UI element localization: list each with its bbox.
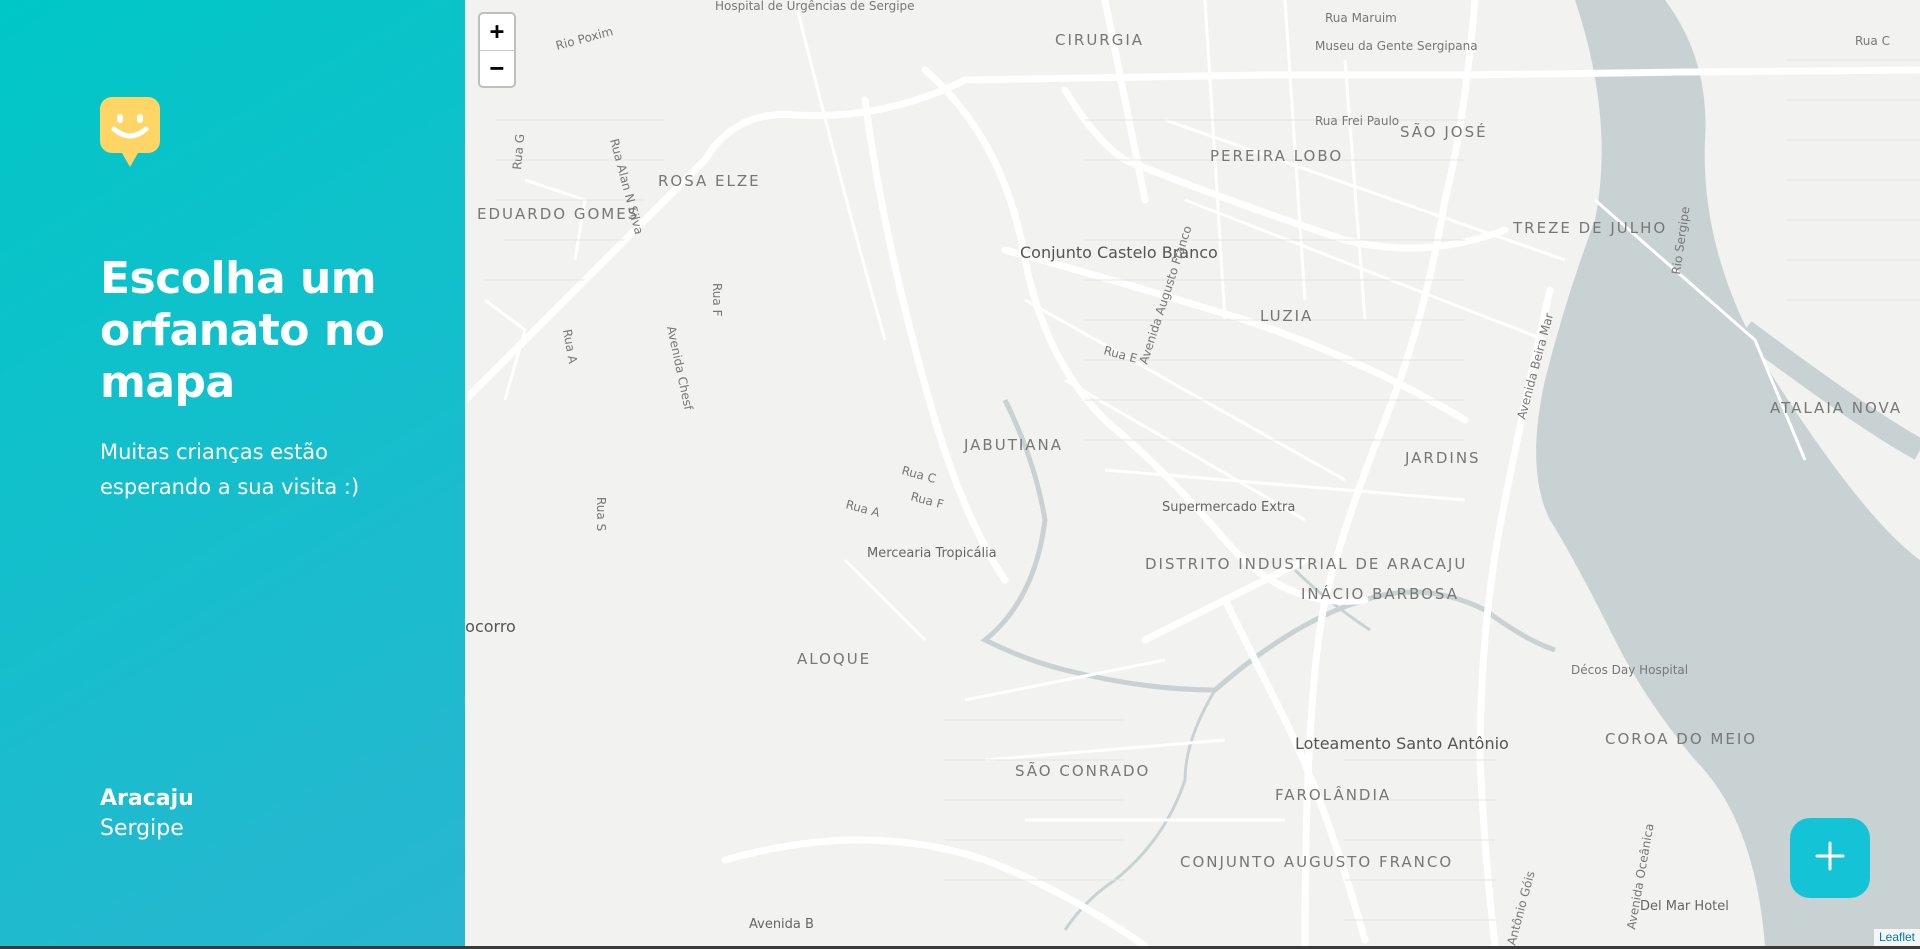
zoom-out-button[interactable]: − [480,51,514,86]
map-label: Rua Frei Paulo [1315,114,1399,128]
map-label: Hospital de Urgências de Sergipe [715,0,915,13]
map-canvas[interactable]: Hospital de Urgências de Sergipe CIRURGI… [465,0,1920,946]
plus-icon [1814,840,1846,876]
map-label: Loteamento Santo Antônio [1295,734,1509,753]
map-label: Avenida Chesf [664,325,696,412]
map-label: Socorro [465,617,516,636]
map-label: ALOQUE [797,650,871,668]
map-label: Rua S [594,497,608,531]
map-label: Del Mar Hotel [1640,899,1729,914]
map-label: Rua A [844,497,882,520]
zoom-in-button[interactable]: + [480,14,514,51]
map-label: EDUARDO GOMES [477,205,639,223]
map-attribution-link[interactable]: Leaflet [1873,929,1920,946]
map-label: Rua C [1855,34,1890,48]
map-label: JARDINS [1404,449,1481,467]
map-label: TREZE DE JULHO [1512,219,1667,237]
zoom-control: + − [478,12,516,88]
map-label: LUZIA [1260,307,1313,325]
map-label: Rua Maruim [1325,11,1397,25]
map-label: CIRURGIA [1055,31,1144,49]
map-label: Mercearia Tropicália [867,546,997,561]
state-name: Sergipe [100,816,184,841]
create-orphanage-button[interactable] [1790,818,1870,898]
location-info: Aracaju Sergipe [100,784,194,844]
map-label: COROA DO MEIO [1605,730,1757,748]
page-subtitle: Muitas crianças estão esperando a sua vi… [100,440,360,499]
map-label: Rua E [1102,343,1139,365]
map-label: Avenida Oceânica [1624,822,1656,930]
map-label: CONJUNTO AUGUSTO FRANCO [1180,853,1453,871]
happy-logo-icon [100,97,160,169]
map-label: ATALAIA NOVA [1770,399,1902,417]
map-label: DISTRITO INDUSTRIAL DE ARACAJU [1145,555,1467,573]
map-label: Rua G [510,133,527,170]
map-label: Museu da Gente Sergipana [1315,39,1478,53]
map-label: INÁCIO BARBOSA [1301,584,1459,603]
map-label: Antônio Góis [1504,870,1537,946]
map-label: Rio Poxim [554,24,614,53]
map-label: Avenida B [749,917,814,932]
city-name: Aracaju [100,786,194,811]
map-label: FAROLÂNDIA [1275,785,1391,804]
map-label: ROSA ELZE [658,172,761,190]
map-label: PEREIRA LOBO [1210,147,1343,165]
page-title: Escolha um orfanato no mapa [100,253,385,408]
map-tiles: Hospital de Urgências de Sergipe CIRURGI… [465,0,1920,946]
map-label: Supermercado Extra [1162,500,1295,515]
map-label: SÃO CONRADO [1015,761,1150,780]
map-label: SÃO JOSÉ [1400,122,1488,141]
map-label: Rua F [710,283,724,317]
map-label: Décos Day Hospital [1571,663,1688,677]
sidebar: Escolha um orfanato no mapa Muitas crian… [0,0,465,946]
map-label: Rua A [560,328,580,365]
map-label: Rua C [900,463,937,486]
map-label: JABUTIANA [963,436,1063,454]
map-label: Rua F [909,489,945,511]
